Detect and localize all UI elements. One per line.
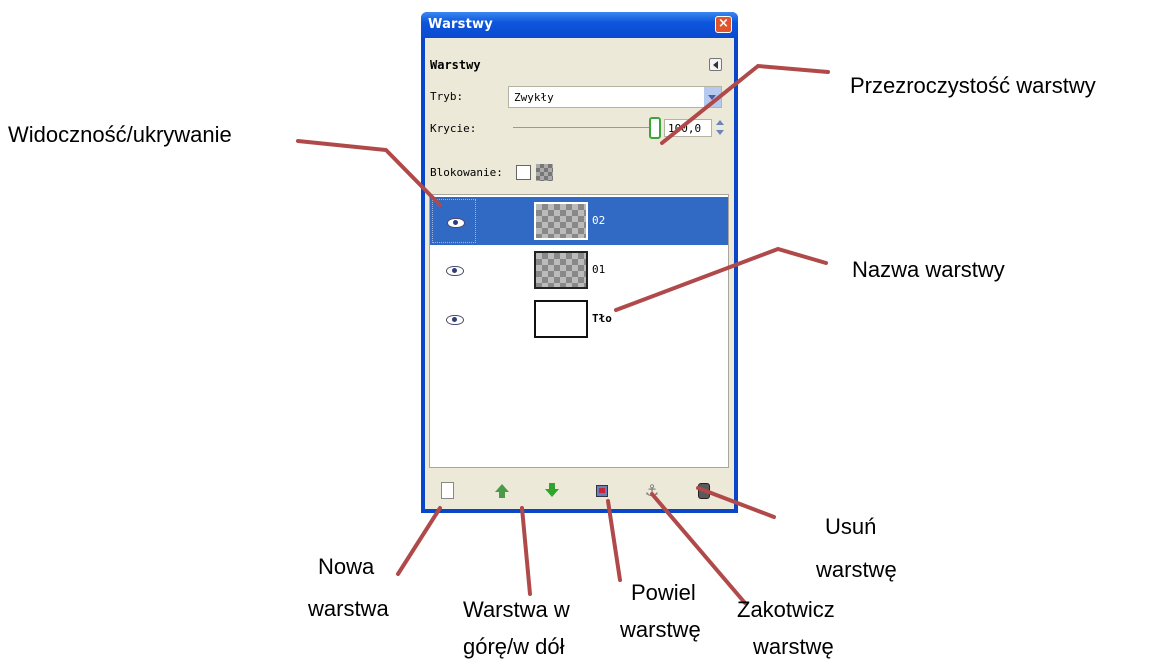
- annotation-leaders: [296, 63, 830, 605]
- annotation-delete-line2: warstwę: [816, 557, 897, 582]
- annotation-visibility: Widoczność/ukrywanie: [8, 122, 232, 147]
- leader-delete: [696, 486, 776, 519]
- annotation-new-layer-line2: warstwa: [308, 596, 389, 621]
- annotation-delete-line1: Usuń: [825, 514, 877, 539]
- annotation-anchor-line1: Zakotwicz: [737, 597, 835, 622]
- leader-layer-name: [614, 246, 828, 312]
- annotation-new-layer-line1: Nowa: [318, 554, 375, 579]
- leader-new-layer: [396, 506, 442, 576]
- annotation-move-line2: górę/w dół: [463, 634, 565, 659]
- leader-visibility: [296, 139, 442, 207]
- annotation-duplicate-line2: warstwę: [620, 617, 701, 642]
- annotation-move-line1: Warstwa w: [463, 597, 570, 622]
- annotation-anchor-line2: warstwę: [753, 634, 834, 659]
- leader-duplicate: [606, 499, 622, 582]
- annotation-duplicate-line1: Powiel: [631, 580, 696, 605]
- leader-opacity: [660, 63, 830, 145]
- annotation-layer-name: Nazwa warstwy: [852, 257, 1005, 282]
- annotation-opacity: Przezroczystość warstwy: [850, 73, 1096, 98]
- leader-move: [520, 506, 532, 596]
